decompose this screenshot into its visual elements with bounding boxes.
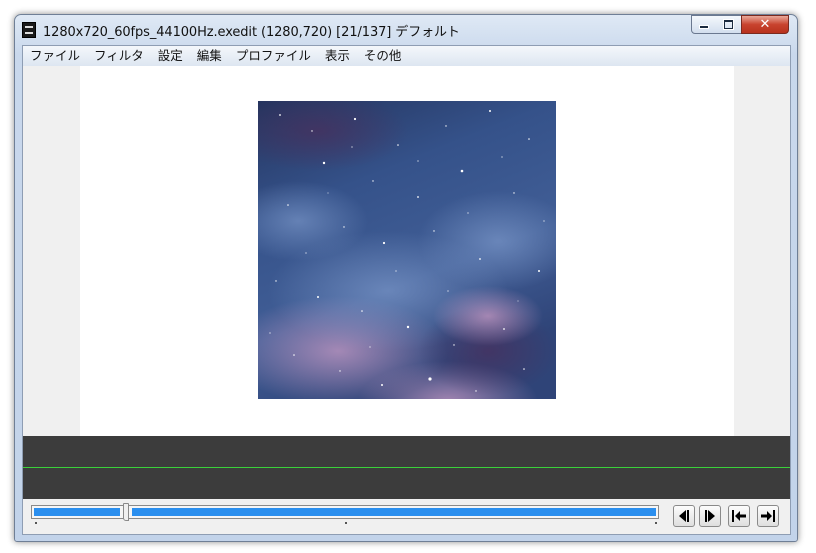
seek-bar[interactable] [31,503,659,521]
close-icon: ✕ [759,17,771,32]
client-area: ファイル フィルタ 設定 編集 プロファイル 表示 その他 [22,45,791,535]
menu-settings[interactable]: 設定 [151,46,190,66]
first-frame-button[interactable] [728,505,750,527]
film-icon [22,22,36,38]
last-frame-icon [761,510,775,522]
main-window: 1280x720_60fps_44100Hz.exedit (1280,720)… [14,14,798,542]
title-bar[interactable]: 1280x720_60fps_44100Hz.exedit (1280,720)… [15,15,797,45]
seek-thumb[interactable] [123,503,129,521]
audio-waveform-panel [23,436,790,499]
menu-bar: ファイル フィルタ 設定 編集 プロファイル 表示 その他 [23,46,790,67]
waveform-line [23,467,790,468]
first-frame-icon [732,510,746,522]
menu-file[interactable]: ファイル [23,46,87,66]
minimize-button[interactable] [691,15,717,34]
starry-sky-image [258,101,556,399]
menu-profile[interactable]: プロファイル [229,46,318,66]
minimize-icon [699,25,709,29]
maximize-button[interactable] [716,15,742,34]
menu-edit[interactable]: 編集 [190,46,229,66]
menu-filter[interactable]: フィルタ [87,46,151,66]
preview-area [23,66,790,436]
close-button[interactable]: ✕ [741,15,789,34]
seek-tick-mid [345,522,347,524]
preview-canvas[interactable] [80,66,734,436]
playback-bar [23,499,790,534]
next-frame-button[interactable] [699,505,721,527]
seek-fill-before [34,508,120,516]
prev-frame-button[interactable] [673,505,695,527]
prev-frame-icon [679,510,689,522]
menu-other[interactable]: その他 [357,46,409,66]
next-frame-icon [705,510,715,522]
starry-sky-svg [258,101,556,399]
last-frame-button[interactable] [757,505,779,527]
seek-tick-start [35,522,37,524]
window-title: 1280x720_60fps_44100Hz.exedit (1280,720)… [43,25,460,40]
seek-fill-after [132,508,656,516]
menu-view[interactable]: 表示 [318,46,357,66]
maximize-icon [723,19,734,30]
seek-tick-end [655,522,657,524]
